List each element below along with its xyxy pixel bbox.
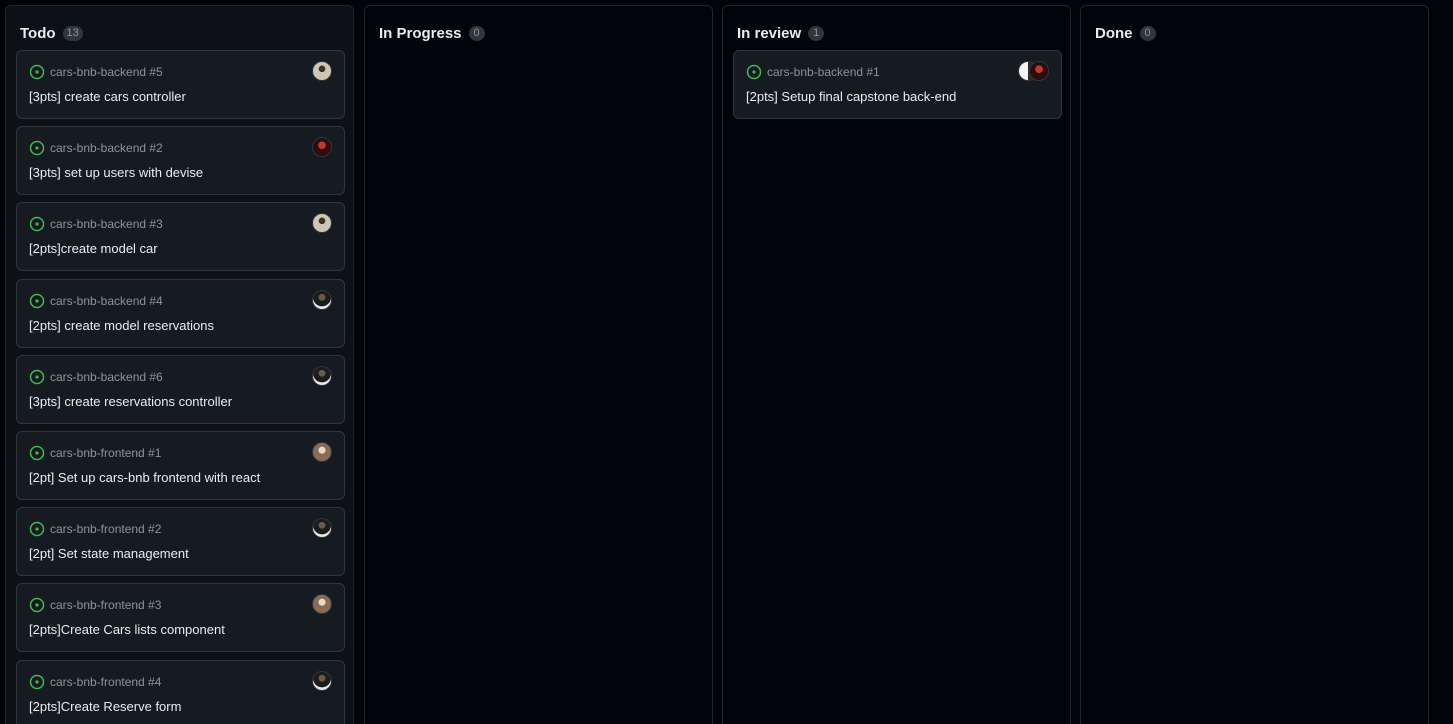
open-issue-icon [29,216,45,232]
open-issue-icon [29,445,45,461]
card-title[interactable]: [2pts] Setup final capstone back-end [746,89,956,104]
card-meta: cars-bnb-frontend #2 [29,521,161,537]
column-header: In review 1 [737,23,825,43]
open-issue-icon [29,674,45,690]
issue-card[interactable]: cars-bnb-frontend #1 [2pt] Set up cars-b… [16,431,345,500]
column-title: Todo [20,24,56,42]
card-title[interactable]: [2pts]Create Reserve form [29,699,181,714]
column-title: In review [737,24,802,42]
assignees [312,61,332,81]
column-todo: Todo 13 cars-bnb-backend #5 [3pts] creat… [5,5,354,724]
column-count-badge: 1 [808,25,825,41]
avatar[interactable] [312,594,332,614]
issue-card[interactable]: cars-bnb-backend #6 [3pts] create reserv… [16,355,345,424]
column-count-badge: 13 [62,25,83,41]
avatar[interactable] [312,290,332,310]
card-title[interactable]: [2pts] create model reservations [29,318,214,333]
column-in-progress: In Progress 0 [364,5,713,724]
card-meta: cars-bnb-frontend #1 [29,445,161,461]
issue-card[interactable]: cars-bnb-frontend #2 [2pt] Set state man… [16,507,345,576]
assignees [312,594,332,614]
avatar[interactable] [312,61,332,81]
issue-card[interactable]: cars-bnb-frontend #3 [2pts]Create Cars l… [16,583,345,652]
assignees [312,671,332,691]
assignees [1018,61,1049,81]
avatar[interactable] [312,442,332,462]
card-repo-label: cars-bnb-frontend #1 [50,446,162,460]
open-issue-icon [29,293,45,309]
card-meta: cars-bnb-backend #2 [29,140,163,156]
card-title[interactable]: [3pts] create cars controller [29,89,186,104]
issue-card[interactable]: cars-bnb-backend #3 [2pts]create model c… [16,202,345,271]
column-header: In Progress 0 [379,23,485,43]
card-meta: cars-bnb-backend #4 [29,293,163,309]
open-issue-icon [746,64,762,80]
card-title[interactable]: [3pts] create reservations controller [29,394,232,409]
avatar[interactable] [312,213,332,233]
open-issue-icon [29,369,45,385]
issue-card[interactable]: cars-bnb-backend #2 [3pts] set up users … [16,126,345,195]
issue-card[interactable]: cars-bnb-backend #1 [2pts] Setup final c… [733,50,1062,119]
card-repo-label: cars-bnb-backend #5 [50,65,163,79]
card-repo-label: cars-bnb-backend #3 [50,217,163,231]
card-meta: cars-bnb-backend #3 [29,216,163,232]
column-in-review: In review 1 cars-bnb-backend #1 [2pts] S… [722,5,1071,724]
project-board: Todo 13 cars-bnb-backend #5 [3pts] creat… [0,0,1453,724]
avatar[interactable] [312,137,332,157]
issue-card[interactable]: cars-bnb-backend #4 [2pts] create model … [16,279,345,348]
card-meta: cars-bnb-frontend #3 [29,597,161,613]
column-count-badge: 0 [468,25,485,41]
card-meta: cars-bnb-backend #1 [746,64,880,80]
card-meta: cars-bnb-backend #5 [29,64,163,80]
column-title: Done [1095,24,1133,42]
column-count-badge: 0 [1139,25,1156,41]
card-title[interactable]: [3pts] set up users with devise [29,165,203,180]
issue-card[interactable]: cars-bnb-frontend #4 [2pts]Create Reserv… [16,660,345,724]
avatar[interactable] [312,671,332,691]
open-issue-icon [29,140,45,156]
card-meta: cars-bnb-frontend #4 [29,674,161,690]
open-issue-icon [29,64,45,80]
card-title[interactable]: [2pt] Set state management [29,546,189,561]
assignees [312,518,332,538]
card-repo-label: cars-bnb-frontend #4 [50,675,162,689]
column-header: Todo 13 [20,23,83,43]
open-issue-icon [29,521,45,537]
assignees [312,442,332,462]
issue-card[interactable]: cars-bnb-backend #5 [3pts] create cars c… [16,50,345,119]
avatar[interactable] [312,366,332,386]
column-header: Done 0 [1095,23,1156,43]
avatar[interactable] [312,518,332,538]
card-repo-label: cars-bnb-backend #6 [50,370,163,384]
card-repo-label: cars-bnb-backend #4 [50,294,163,308]
card-meta: cars-bnb-backend #6 [29,369,163,385]
assignees [312,137,332,157]
assignees [312,290,332,310]
card-title[interactable]: [2pts]create model car [29,241,158,256]
card-title[interactable]: [2pt] Set up cars-bnb frontend with reac… [29,470,260,485]
avatar[interactable] [1029,61,1049,81]
card-repo-label: cars-bnb-frontend #2 [50,522,162,536]
column-done: Done 0 [1080,5,1429,724]
card-title[interactable]: [2pts]Create Cars lists component [29,622,225,637]
assignees [312,366,332,386]
open-issue-icon [29,597,45,613]
card-repo-label: cars-bnb-backend #2 [50,141,163,155]
assignees [312,213,332,233]
column-title: In Progress [379,24,462,42]
card-repo-label: cars-bnb-frontend #3 [50,598,162,612]
card-repo-label: cars-bnb-backend #1 [767,65,880,79]
